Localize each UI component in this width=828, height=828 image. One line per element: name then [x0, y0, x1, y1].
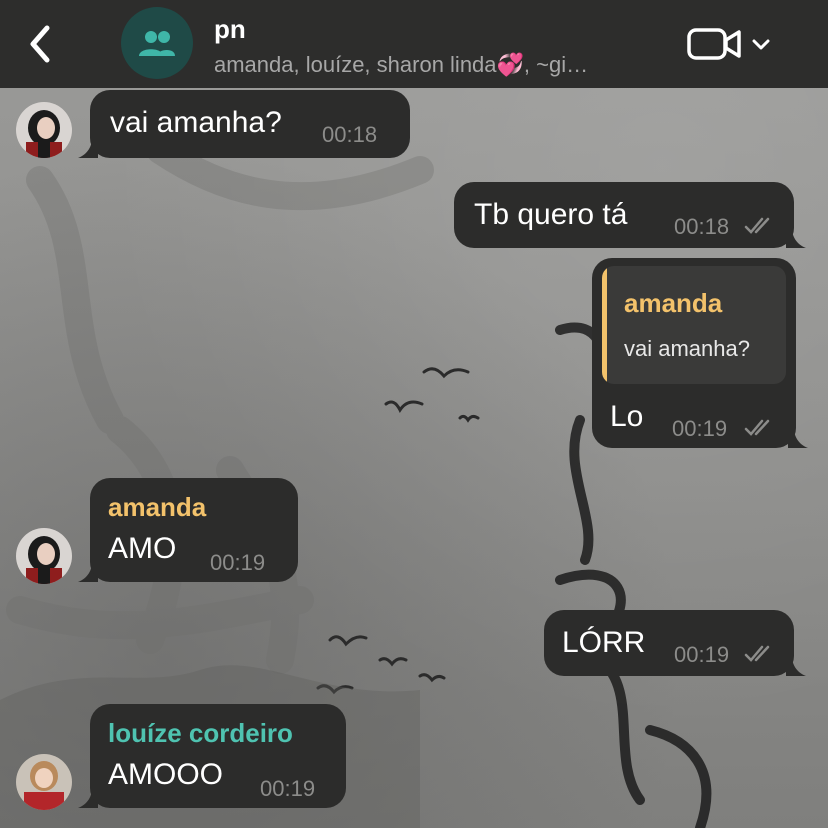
- message-time: 00:19: [672, 416, 728, 441]
- message-time: 00:18: [322, 122, 378, 147]
- reply-quote[interactable]: amanda vai amanha?: [602, 266, 786, 384]
- reply-quote-sender: amanda: [624, 288, 723, 318]
- message-bubble[interactable]: LÓRR 00:19: [544, 610, 794, 676]
- group-people-icon: [139, 31, 175, 56]
- message-outgoing-reply[interactable]: amanda vai amanha? Lo 00:19: [0, 258, 828, 452]
- message-outgoing[interactable]: Tb quero tá 00:18: [0, 182, 828, 252]
- group-avatar[interactable]: [121, 7, 193, 79]
- chevron-left-icon: [30, 25, 50, 63]
- message-text: AMOOO: [108, 758, 224, 791]
- avatar[interactable]: [16, 102, 72, 158]
- message-bubble[interactable]: amanda vai amanha? Lo 00:19: [592, 258, 796, 448]
- chat-header: pn amanda, louíze, sharon linda💞, ~gi…: [0, 0, 828, 88]
- double-check-icon: [744, 419, 770, 436]
- avatar[interactable]: [16, 528, 72, 584]
- message-outgoing[interactable]: LÓRR 00:19: [0, 610, 828, 680]
- message-text: LÓRR: [562, 626, 646, 659]
- back-button[interactable]: [18, 20, 62, 68]
- message-text: Lo: [610, 400, 644, 433]
- message-text: AMO: [108, 532, 177, 565]
- message-incoming[interactable]: louíze cordeiro AMOOO 00:19: [0, 704, 828, 828]
- double-check-icon: [744, 645, 770, 662]
- group-title[interactable]: pn: [214, 14, 246, 45]
- bubble-tail: [786, 656, 806, 676]
- group-members[interactable]: amanda, louíze, sharon linda💞, ~gi…: [214, 52, 644, 78]
- bubble-tail: [786, 228, 806, 248]
- message-sender[interactable]: amanda: [108, 492, 206, 523]
- message-bubble[interactable]: vai amanha? 00:18: [90, 90, 410, 158]
- message-incoming[interactable]: vai amanha? 00:18: [0, 88, 828, 168]
- message-list[interactable]: vai amanha? 00:18 Tb quero tá 00:18 aman…: [0, 88, 828, 828]
- reply-quote-text: vai amanha?: [624, 336, 750, 361]
- video-camera-icon: [687, 28, 741, 60]
- bubble-tail: [788, 428, 808, 448]
- avatar[interactable]: [16, 754, 72, 810]
- video-call-button[interactable]: [686, 22, 772, 66]
- message-bubble[interactable]: amanda AMO 00:19: [90, 478, 298, 582]
- message-sender[interactable]: louíze cordeiro: [108, 718, 293, 749]
- message-incoming[interactable]: amanda AMO 00:19: [0, 478, 828, 588]
- reply-quote-bar: [602, 266, 607, 384]
- double-check-icon: [744, 217, 770, 234]
- message-text: vai amanha?: [110, 106, 282, 139]
- message-text: Tb quero tá: [474, 198, 628, 231]
- message-time: 00:19: [674, 642, 730, 667]
- message-time: 00:19: [210, 550, 266, 575]
- message-bubble[interactable]: Tb quero tá 00:18: [454, 182, 794, 248]
- message-time: 00:19: [260, 776, 316, 801]
- message-bubble[interactable]: louíze cordeiro AMOOO 00:19: [90, 704, 346, 808]
- message-time: 00:18: [674, 214, 730, 239]
- chevron-down-icon: [752, 39, 770, 50]
